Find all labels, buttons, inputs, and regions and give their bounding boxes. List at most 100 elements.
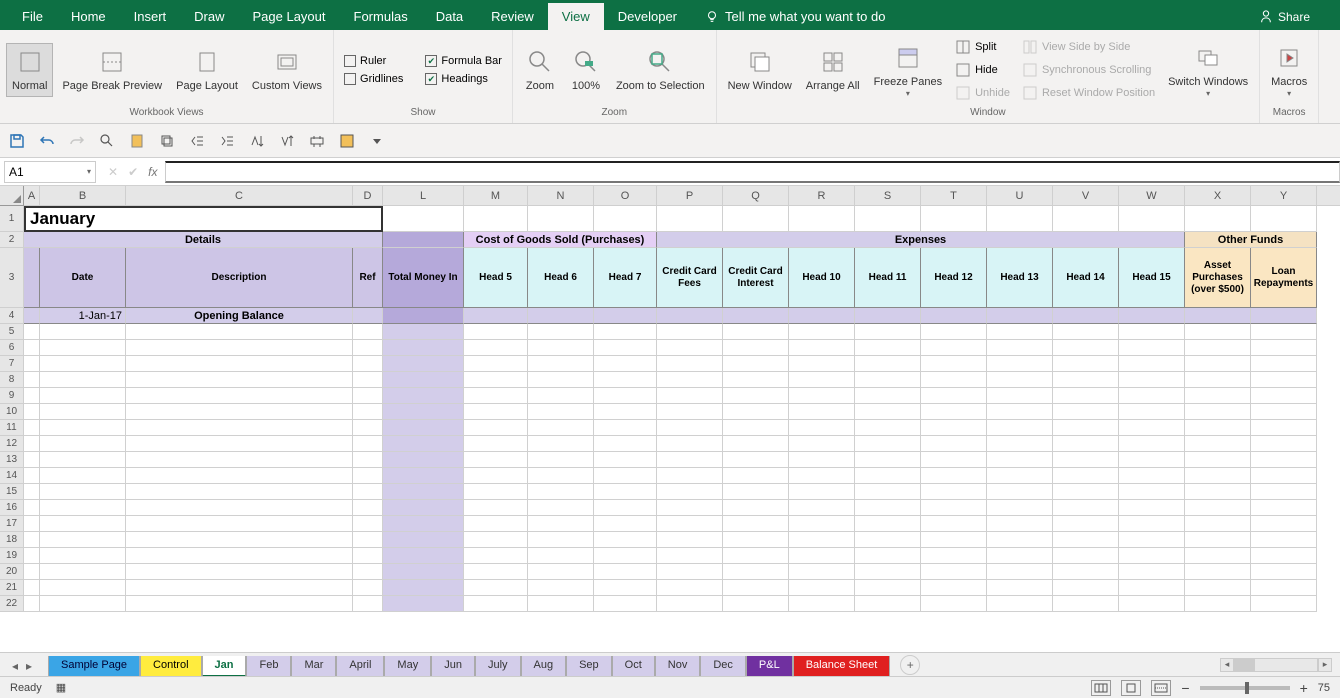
cell[interactable] bbox=[1185, 452, 1251, 468]
th-loan[interactable]: Loan Repayments bbox=[1251, 248, 1317, 308]
headings-checkbox[interactable]: Headings bbox=[421, 71, 506, 87]
cell[interactable] bbox=[1053, 468, 1119, 484]
cell[interactable] bbox=[1053, 436, 1119, 452]
cell[interactable] bbox=[126, 500, 353, 516]
cell[interactable] bbox=[594, 580, 657, 596]
cell[interactable] bbox=[789, 580, 855, 596]
cell[interactable] bbox=[987, 308, 1053, 324]
row-header[interactable]: 12 bbox=[0, 436, 24, 452]
cell[interactable] bbox=[789, 206, 855, 232]
cell[interactable] bbox=[594, 206, 657, 232]
cell[interactable] bbox=[723, 564, 789, 580]
cell[interactable] bbox=[657, 564, 723, 580]
cell[interactable] bbox=[1053, 308, 1119, 324]
column-header[interactable]: D bbox=[353, 186, 383, 205]
th-head7[interactable]: Head 7 bbox=[594, 248, 657, 308]
cell[interactable] bbox=[855, 324, 921, 340]
cell[interactable] bbox=[921, 388, 987, 404]
cell[interactable] bbox=[126, 596, 353, 612]
cell[interactable] bbox=[383, 388, 464, 404]
cell[interactable] bbox=[1119, 516, 1185, 532]
sheet-tab-may[interactable]: May bbox=[384, 656, 431, 677]
cell[interactable] bbox=[1119, 324, 1185, 340]
cell[interactable] bbox=[855, 548, 921, 564]
th-head11[interactable]: Head 11 bbox=[855, 248, 921, 308]
cell[interactable] bbox=[657, 356, 723, 372]
cell[interactable] bbox=[126, 404, 353, 420]
cell[interactable] bbox=[789, 500, 855, 516]
cell[interactable] bbox=[353, 532, 383, 548]
column-header[interactable]: L bbox=[383, 186, 464, 205]
column-header[interactable]: S bbox=[855, 186, 921, 205]
cell[interactable] bbox=[594, 372, 657, 388]
cell[interactable] bbox=[1053, 340, 1119, 356]
cell[interactable] bbox=[1185, 500, 1251, 516]
cell[interactable] bbox=[353, 404, 383, 420]
cell[interactable] bbox=[383, 356, 464, 372]
cell[interactable] bbox=[1053, 484, 1119, 500]
cell[interactable] bbox=[24, 388, 40, 404]
zoom-button[interactable]: Zoom bbox=[519, 44, 561, 95]
cell[interactable] bbox=[1185, 340, 1251, 356]
cell[interactable] bbox=[657, 500, 723, 516]
cell[interactable] bbox=[855, 564, 921, 580]
cell[interactable] bbox=[723, 532, 789, 548]
cell[interactable] bbox=[1119, 500, 1185, 516]
paste-icon[interactable] bbox=[128, 132, 146, 150]
cell[interactable] bbox=[1185, 420, 1251, 436]
column-header[interactable]: O bbox=[594, 186, 657, 205]
column-header[interactable]: Y bbox=[1251, 186, 1317, 205]
cell[interactable] bbox=[594, 516, 657, 532]
cell[interactable] bbox=[464, 580, 528, 596]
cell[interactable] bbox=[383, 580, 464, 596]
add-sheet-button[interactable]: + bbox=[900, 655, 920, 675]
cell[interactable] bbox=[126, 436, 353, 452]
th-head6[interactable]: Head 6 bbox=[528, 248, 594, 308]
cell[interactable] bbox=[657, 340, 723, 356]
cell[interactable] bbox=[987, 452, 1053, 468]
cell[interactable] bbox=[353, 500, 383, 516]
cell[interactable] bbox=[464, 436, 528, 452]
cell[interactable] bbox=[987, 388, 1053, 404]
fx-icon[interactable]: fx bbox=[148, 165, 157, 179]
th-blank[interactable] bbox=[24, 248, 40, 308]
cell[interactable] bbox=[464, 356, 528, 372]
cell[interactable] bbox=[528, 452, 594, 468]
sheet-tab-dec[interactable]: Dec bbox=[700, 656, 746, 677]
cell[interactable] bbox=[789, 548, 855, 564]
cell[interactable] bbox=[353, 340, 383, 356]
sheet-tab-aug[interactable]: Aug bbox=[521, 656, 567, 677]
cell[interactable] bbox=[987, 564, 1053, 580]
cell[interactable] bbox=[24, 436, 40, 452]
cell[interactable] bbox=[24, 404, 40, 420]
cell[interactable] bbox=[353, 388, 383, 404]
cell[interactable] bbox=[1119, 206, 1185, 232]
cell[interactable] bbox=[40, 388, 126, 404]
cell[interactable] bbox=[921, 372, 987, 388]
th-ref[interactable]: Ref bbox=[353, 248, 383, 308]
cell[interactable] bbox=[855, 436, 921, 452]
cell[interactable] bbox=[528, 340, 594, 356]
cell[interactable] bbox=[1185, 404, 1251, 420]
cell[interactable] bbox=[723, 372, 789, 388]
cell[interactable] bbox=[921, 468, 987, 484]
cell[interactable] bbox=[987, 340, 1053, 356]
cell[interactable] bbox=[126, 468, 353, 484]
cell[interactable] bbox=[1251, 596, 1317, 612]
row-header[interactable]: 5 bbox=[0, 324, 24, 340]
hide-button[interactable]: Hide bbox=[951, 60, 1014, 80]
cell[interactable] bbox=[383, 596, 464, 612]
cell[interactable] bbox=[1185, 532, 1251, 548]
row-header[interactable]: 6 bbox=[0, 340, 24, 356]
sheet-tab-mar[interactable]: Mar bbox=[291, 656, 336, 677]
cell[interactable] bbox=[921, 500, 987, 516]
cell[interactable] bbox=[789, 516, 855, 532]
cell[interactable] bbox=[987, 500, 1053, 516]
zoom-out-button[interactable]: − bbox=[1181, 680, 1189, 696]
cell[interactable] bbox=[24, 340, 40, 356]
cell[interactable] bbox=[24, 452, 40, 468]
cell[interactable] bbox=[464, 452, 528, 468]
ribbon-tab-review[interactable]: Review bbox=[477, 3, 548, 30]
cell[interactable] bbox=[1119, 452, 1185, 468]
th-description[interactable]: Description bbox=[126, 248, 353, 308]
